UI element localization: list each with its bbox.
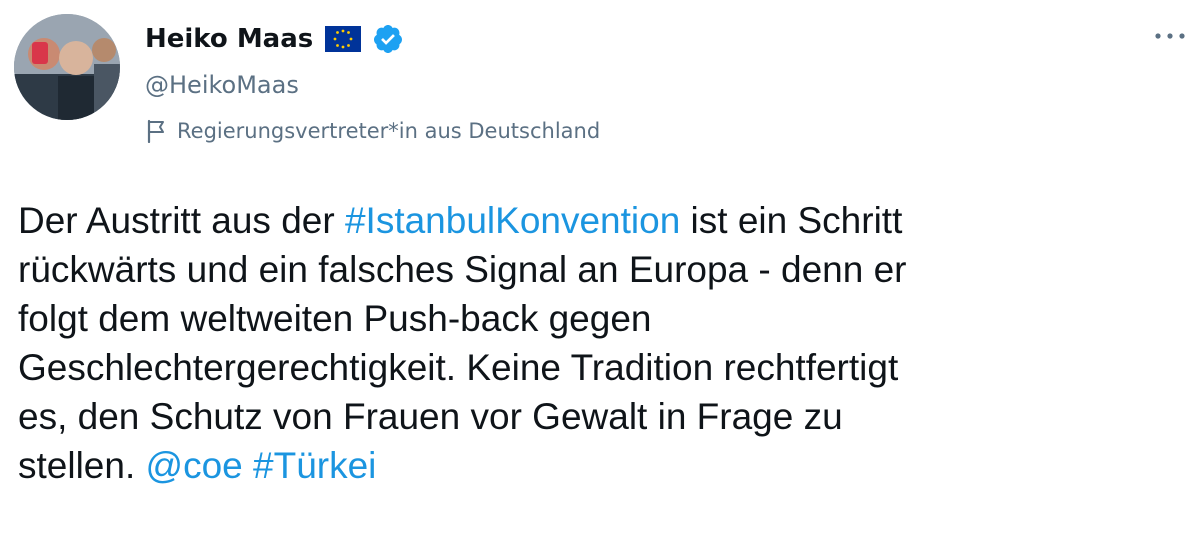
tweet-line: Der Austritt aus der #IstanbulKonvention…: [18, 196, 1188, 245]
display-name[interactable]: Heiko Maas: [145, 22, 313, 56]
tweet-text-segment: Der Austritt aus der: [18, 200, 345, 241]
tweet-line: es, den Schutz von Frauen vor Gewalt in …: [18, 396, 843, 437]
flag-outline-icon: [147, 119, 164, 143]
hashtag-tuerkei-link[interactable]: #Türkei: [253, 445, 376, 486]
tweet-text: Der Austritt aus der #IstanbulKonvention…: [18, 196, 1188, 490]
tweet-line: rückwärts und ein falsches Signal an Eur…: [18, 249, 907, 290]
more-horizontal-icon[interactable]: [1150, 26, 1190, 46]
tweet-line: Geschlechtergerechtigkeit. Keine Traditi…: [18, 347, 899, 388]
avatar-photo: [14, 14, 120, 120]
tweet-text-segment: stellen.: [18, 445, 146, 486]
mention-coe-link[interactable]: @coe: [146, 445, 243, 486]
tweet-text-segment: ist ein Schritt: [680, 200, 903, 241]
handle[interactable]: @HeikoMaas: [145, 70, 299, 100]
hashtag-istanbulkonvention-link[interactable]: #IstanbulKonvention: [345, 200, 680, 241]
tweet-line: folgt dem weltweiten Push-back gegen: [18, 298, 652, 339]
avatar[interactable]: [14, 14, 120, 120]
affiliation-label: Regierungsvertreter*in aus Deutschland: [145, 116, 600, 146]
affiliation-label-text: Regierungsvertreter*in aus Deutschland: [177, 119, 601, 143]
tweet-line: stellen. @coe #Türkei: [18, 441, 1188, 490]
verified-badge-icon: [373, 25, 402, 53]
eu-flag-icon: [325, 26, 361, 52]
